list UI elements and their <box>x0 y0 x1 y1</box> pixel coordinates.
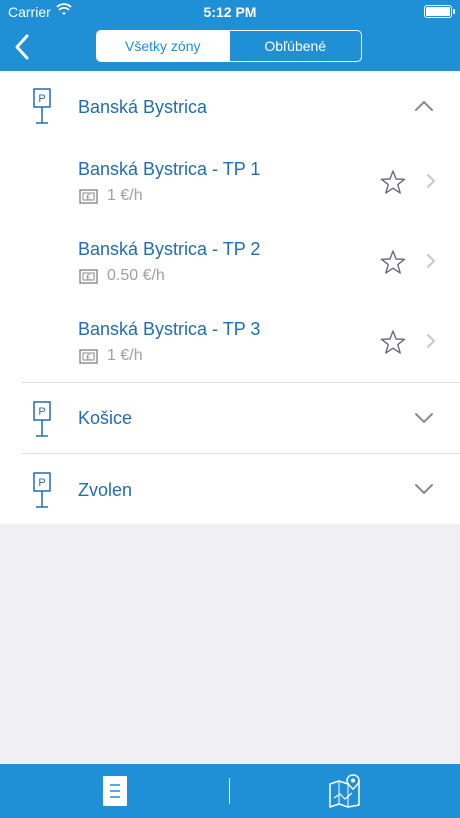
parking-sign-icon: P <box>33 472 51 508</box>
chevron-down-icon <box>415 484 433 495</box>
parking-sign-icon: P <box>33 88 51 124</box>
nav-header: Carrier 5:12 PM Všetky zóny Obľúbené <box>0 0 460 71</box>
star-outline-icon[interactable] <box>380 329 406 355</box>
zone-row-kosice[interactable]: P Košice <box>0 383 460 454</box>
map-pin-icon[interactable] <box>328 774 362 808</box>
svg-text:P: P <box>38 93 45 105</box>
star-outline-icon[interactable] <box>380 169 406 195</box>
svg-text:€: € <box>86 353 91 362</box>
battery-icon <box>424 5 455 18</box>
svg-text:P: P <box>38 406 45 418</box>
sub-zone-price: 0.50 €/h <box>107 267 165 284</box>
sub-zone-price: 1 €/h <box>107 187 143 204</box>
star-outline-icon[interactable] <box>380 249 406 275</box>
sub-zone-name: Banská Bystrica - TP 2 <box>78 239 261 259</box>
zone-row-banska-bystrica[interactable]: P Banská Bystrica <box>0 71 460 142</box>
tab-divider <box>229 778 230 804</box>
bottom-tab-bar <box>0 764 460 818</box>
status-bar: Carrier 5:12 PM <box>0 0 460 24</box>
zone-list: P Banská Bystrica Banská Bystrica - TP 1… <box>0 71 460 524</box>
sub-zone-row[interactable]: Banská Bystrica - TP 1 € 1 €/h <box>0 159 460 239</box>
zone-name: Banská Bystrica <box>78 97 208 117</box>
zone-name: Košice <box>78 408 133 428</box>
chevron-right-icon <box>427 174 436 188</box>
document-list-icon[interactable] <box>102 775 128 807</box>
sub-zone-price: 1 €/h <box>107 347 143 364</box>
tab-favorites[interactable]: Obľúbené <box>228 31 362 61</box>
sub-zone-name: Banská Bystrica - TP 3 <box>78 319 261 339</box>
zone-row-zvolen[interactable]: P Zvolen <box>0 454 460 525</box>
parking-sign-icon: P <box>33 401 51 437</box>
svg-text:€: € <box>86 193 91 202</box>
sub-zone-row[interactable]: Banská Bystrica - TP 2 € 0.50 €/h <box>0 239 460 319</box>
chevron-right-icon <box>427 334 436 348</box>
tab-all-zones[interactable]: Všetky zóny <box>97 31 229 61</box>
chevron-right-icon <box>427 254 436 268</box>
status-time: 5:12 PM <box>203 4 257 20</box>
zone-filter-segment: Všetky zóny Obľúbené <box>96 30 362 62</box>
back-chevron-icon[interactable] <box>10 32 34 62</box>
chevron-down-icon <box>415 413 433 424</box>
svg-text:€: € <box>86 273 91 282</box>
money-icon: € <box>79 189 98 204</box>
money-icon: € <box>79 349 98 364</box>
chevron-up-icon <box>415 100 433 111</box>
money-icon: € <box>79 269 98 284</box>
svg-text:P: P <box>38 477 45 489</box>
sub-zone-name: Banská Bystrica - TP 1 <box>78 159 261 179</box>
zone-name: Zvolen <box>78 480 133 500</box>
